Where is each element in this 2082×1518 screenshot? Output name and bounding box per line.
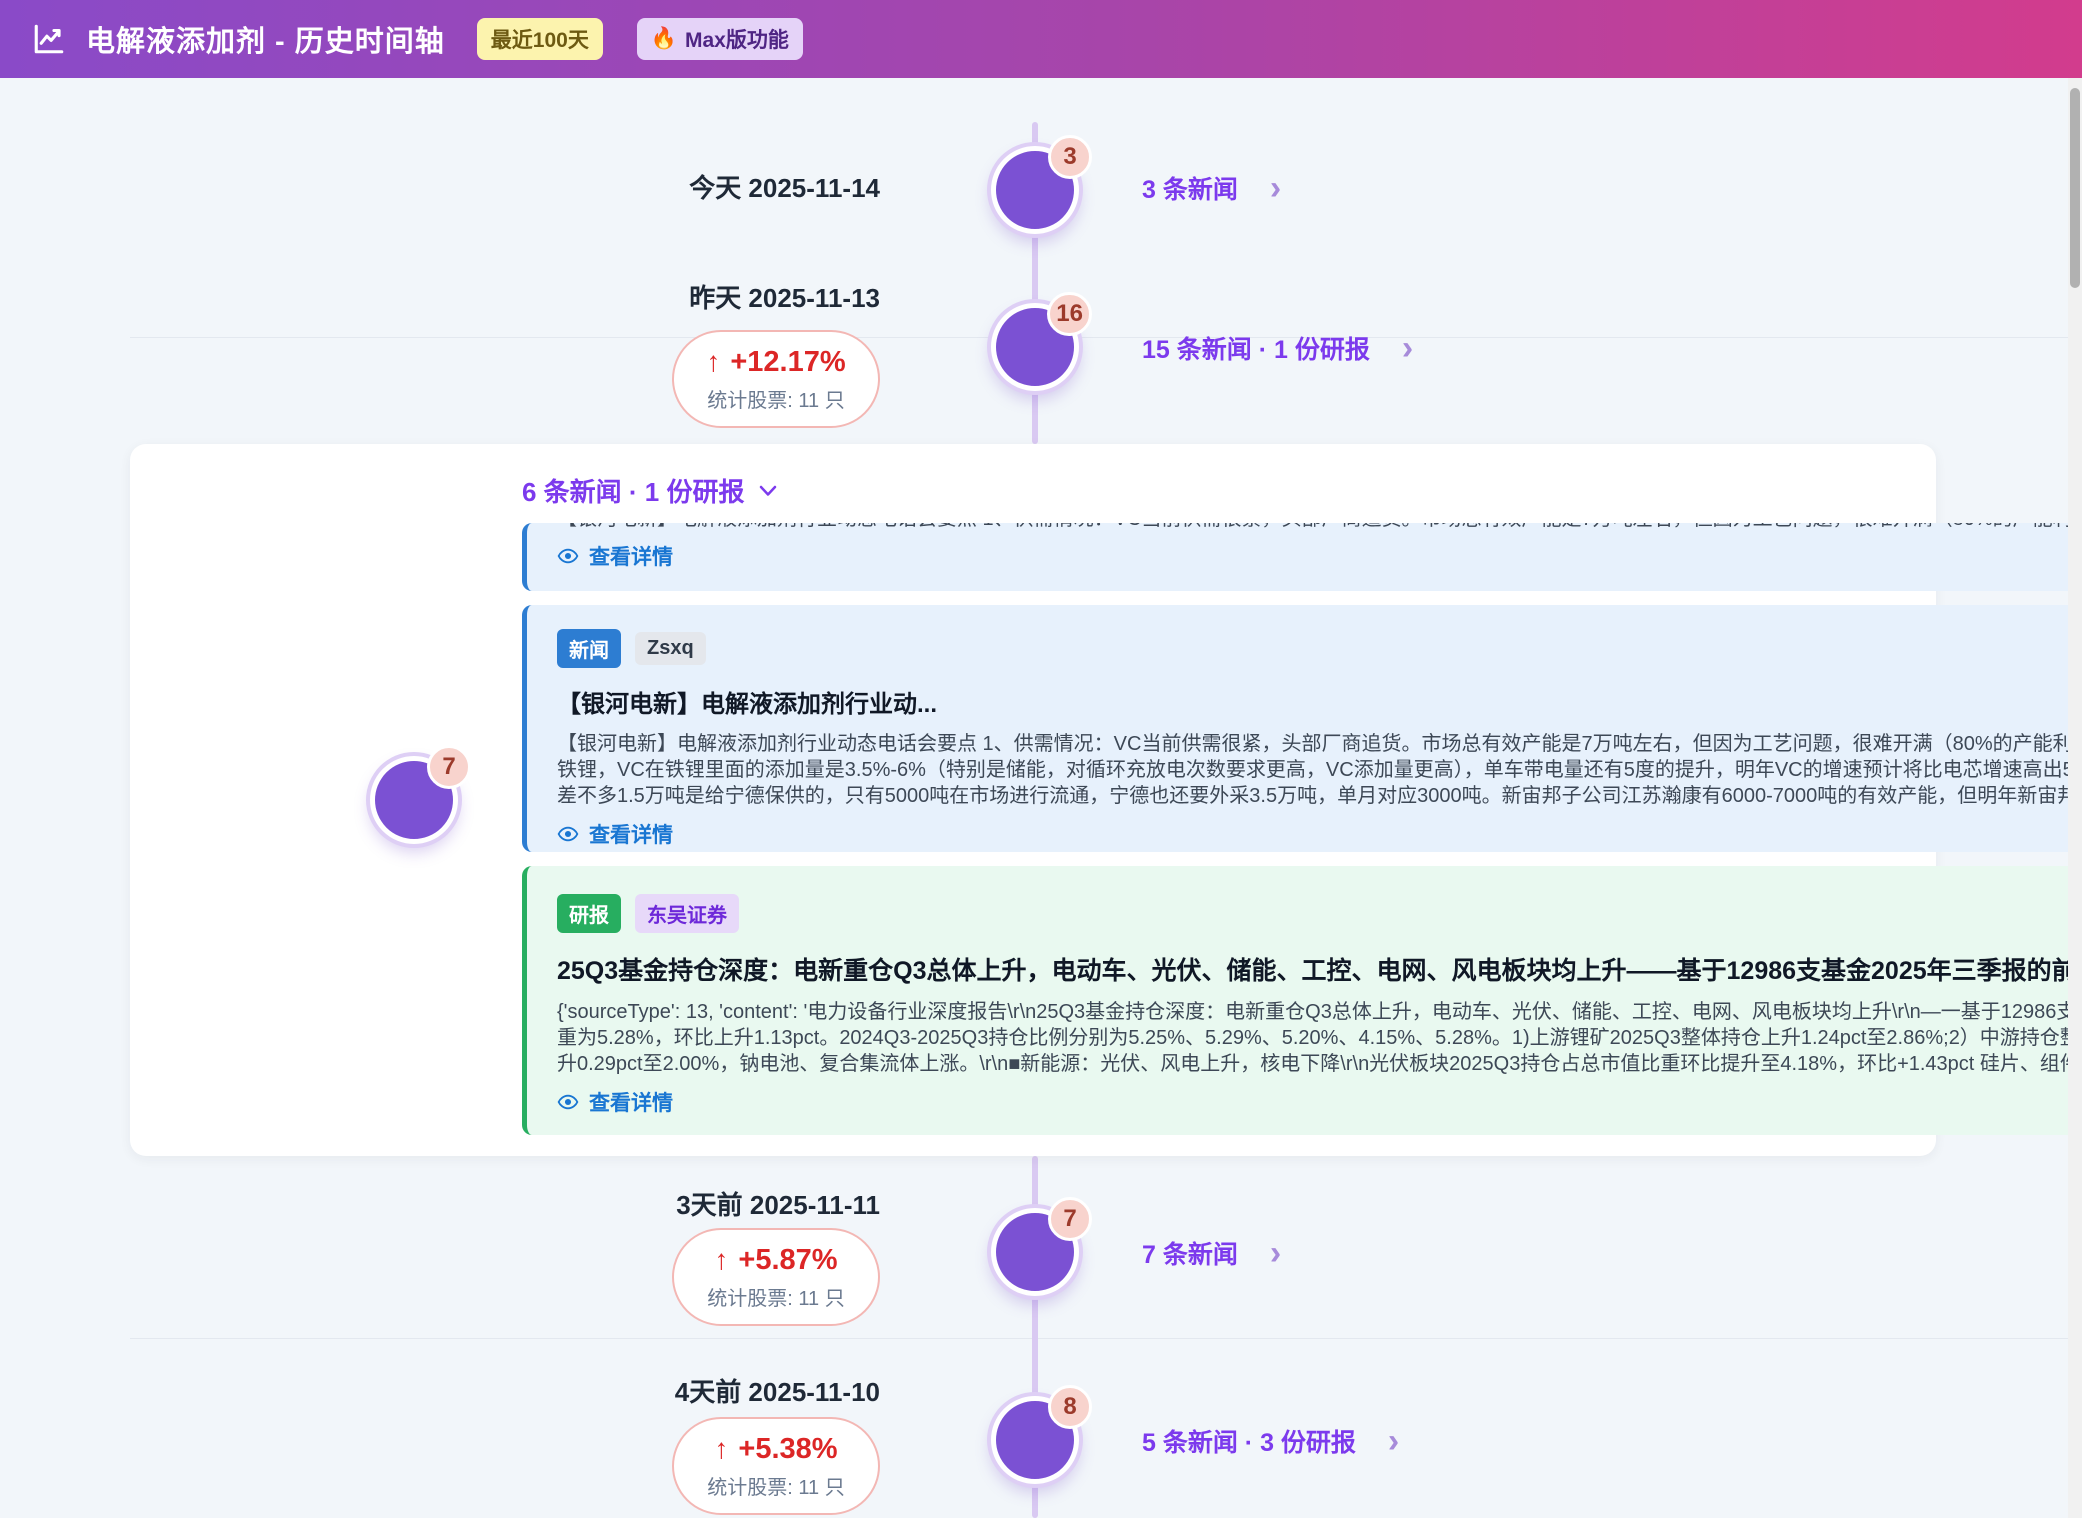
- eye-icon: [557, 825, 579, 843]
- chart-line-icon: [30, 22, 68, 56]
- up-arrow-icon: ↑: [714, 1433, 728, 1465]
- source-badge: 东吴证券: [635, 894, 739, 933]
- change-stat-pill: ↑ +5.87% 统计股票: 11 只: [672, 1228, 880, 1326]
- up-arrow-icon: ↑: [714, 1244, 728, 1276]
- view-detail-link[interactable]: 查看详情: [557, 1087, 2082, 1117]
- page-title: 电解液添加剂 - 历史时间轴: [86, 18, 445, 60]
- timeline-node[interactable]: 16: [991, 303, 1079, 391]
- chevron-right-icon: ›: [1388, 1429, 1399, 1453]
- timeline-date: 4天前 2025-11-10: [440, 1372, 880, 1409]
- timeline-date: 今天 2025-11-14: [440, 168, 880, 205]
- news-count-link[interactable]: 5 条新闻 · 3 份研报 ›: [1142, 1423, 1399, 1459]
- change-percent: +5.87%: [738, 1244, 837, 1277]
- report-card: 研报 东吴证券 25Q3基金持仓深度：电新重仓Q3总体上升，电动车、光伏、储能、…: [522, 866, 2082, 1135]
- stocks-count: 统计股票: 11 只: [707, 1282, 844, 1311]
- eye-icon: [557, 547, 579, 565]
- event-count-badge: 7: [1048, 1197, 1092, 1241]
- news-count-link[interactable]: 7 条新闻 ›: [1142, 1235, 1281, 1271]
- timeline-node[interactable]: 3: [991, 146, 1079, 234]
- event-count-badge: 7: [427, 745, 471, 789]
- timeline-node[interactable]: 8: [991, 1396, 1079, 1484]
- eye-icon: [557, 1093, 579, 1111]
- scrollbar-track[interactable]: [2068, 78, 2082, 1518]
- app-header: 电解液添加剂 - 历史时间轴 最近100天 🔥 Max版功能: [0, 0, 2082, 78]
- chevron-right-icon: ›: [1270, 176, 1281, 200]
- change-percent: +12.17%: [730, 346, 845, 379]
- timeline-node[interactable]: 7: [370, 756, 458, 844]
- chevron-right-icon: ›: [1402, 336, 1413, 360]
- stocks-count: 统计股票: 11 只: [707, 1471, 844, 1500]
- report-type-badge: 研报: [557, 894, 621, 933]
- news-body-line: 差不多1.5万吨是给宁德保供的，只有5000吨在市场进行流通，宁德也还要外采3.…: [557, 783, 2082, 809]
- event-count-badge: 8: [1048, 1385, 1092, 1429]
- timeline-date: 昨天 2025-11-13: [440, 278, 880, 315]
- news-title: 【银河电新】电解液添加剂行业动...: [557, 684, 2082, 719]
- change-percent: +5.38%: [738, 1433, 837, 1466]
- timeline-date: 3天前 2025-11-11: [440, 1185, 880, 1222]
- news-body-line: 铁锂，VC在铁锂里面的添加量是3.5%-6%（特别是储能，对循环充放电次数要求更…: [557, 757, 2082, 783]
- change-stat-pill: ↑ +12.17% 统计股票: 11 只: [672, 330, 880, 428]
- up-arrow-icon: ↑: [706, 346, 720, 378]
- report-title: 25Q3基金持仓深度：电新重仓Q3总体上升，电动车、光伏、储能、工控、电网、风电…: [557, 951, 2082, 987]
- event-count-badge: 3: [1048, 135, 1092, 179]
- news-card-clipped: 【银河电新】电解液添加剂行业动态电话会要点 1、供需情况：VC当前供需很紧，头部…: [522, 523, 2082, 591]
- max-feature-badge: 🔥 Max版功能: [637, 18, 803, 60]
- range-badge: 最近100天: [477, 18, 603, 60]
- report-body-line: 升0.29pct至2.00%，钠电池、复合集流体上涨。\r\n■新能源：光伏、风…: [557, 1051, 2082, 1077]
- timeline-node[interactable]: 7: [991, 1208, 1079, 1296]
- chevron-right-icon: ›: [1270, 1241, 1281, 1265]
- fire-icon: 🔥: [651, 27, 677, 51]
- row-divider: [130, 1338, 2082, 1339]
- view-detail-link[interactable]: 查看详情: [557, 541, 2082, 571]
- news-card: 新闻 Zsxq 【银河电新】电解液添加剂行业动... 【银河电新】电解液添加剂行…: [522, 605, 2082, 852]
- max-feature-label: Max版功能: [685, 24, 789, 54]
- day-summary-toggle[interactable]: 6 条新闻 · 1 份研报: [522, 472, 778, 509]
- stocks-count: 统计股票: 11 只: [707, 384, 844, 413]
- view-detail-link[interactable]: 查看详情: [557, 819, 2082, 849]
- clipped-card-text: 【银河电新】电解液添加剂行业动态电话会要点 1、供需情况：VC当前供需很紧，头部…: [557, 523, 2082, 532]
- chevron-down-icon: [758, 484, 778, 498]
- report-body-line: {'sourceType': 13, 'content': '电力设备行业深度报…: [557, 999, 2082, 1025]
- report-body-line: 重为5.28%，环比上升1.13pct。2024Q3-2025Q3持仓比例分别为…: [557, 1025, 2082, 1051]
- event-count-badge: 16: [1047, 292, 1092, 336]
- source-badge: Zsxq: [635, 632, 706, 665]
- timeline-page: { "header": { "title": "电解液添加剂 - 历史时间轴",…: [0, 0, 2082, 1518]
- row-divider: [130, 337, 2082, 338]
- news-count-link[interactable]: 3 条新闻 ›: [1142, 170, 1281, 206]
- news-type-badge: 新闻: [557, 629, 621, 668]
- news-count-link[interactable]: 15 条新闻 · 1 份研报 ›: [1142, 330, 1413, 366]
- change-stat-pill: ↑ +5.38% 统计股票: 11 只: [672, 1417, 880, 1515]
- scrollbar-thumb[interactable]: [2070, 88, 2080, 288]
- news-body-line: 【银河电新】电解液添加剂行业动态电话会要点 1、供需情况：VC当前供需很紧，头部…: [557, 731, 2082, 757]
